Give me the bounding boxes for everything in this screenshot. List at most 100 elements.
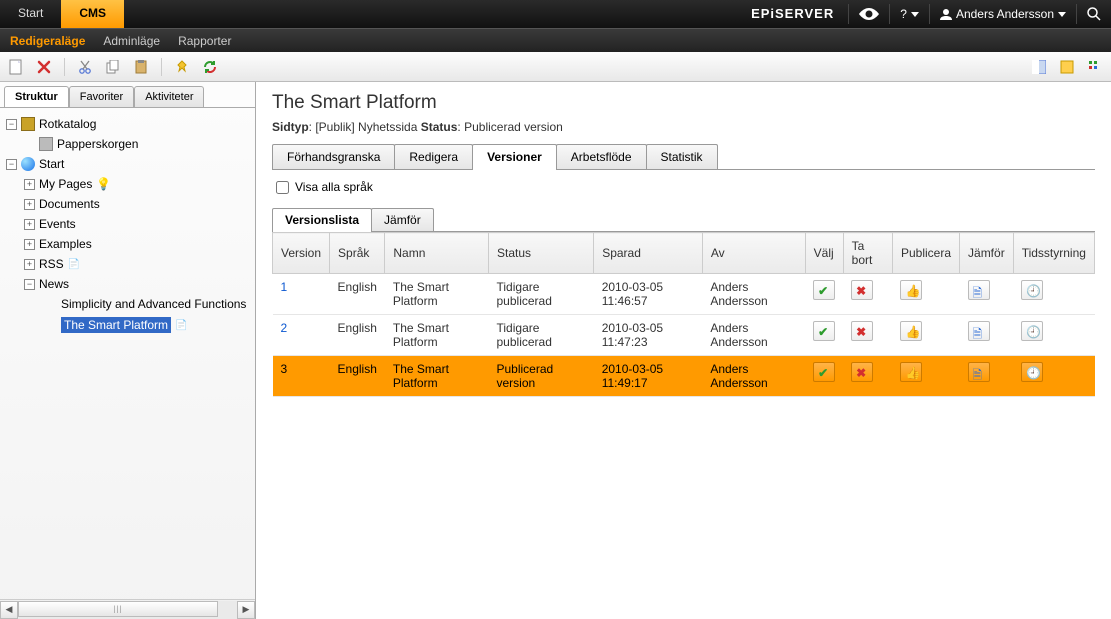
tab-workflow[interactable]: Arbetsflöde: [556, 144, 647, 169]
publish-button[interactable]: 👍: [900, 362, 922, 382]
subtab-versionlist[interactable]: Versionslista: [272, 208, 372, 231]
collapse-icon[interactable]: −: [6, 159, 17, 170]
tree-item[interactable]: + My Pages 💡: [0, 174, 255, 194]
show-all-languages-checkbox[interactable]: [276, 181, 289, 194]
expand-icon[interactable]: +: [24, 219, 35, 230]
th-jamfor[interactable]: Jämför: [960, 233, 1014, 274]
tree-start[interactable]: − Start: [0, 154, 255, 174]
cell-av: Anders Andersson: [702, 274, 805, 315]
table-row[interactable]: 2 English The Smart Platform Tidigare pu…: [273, 315, 1095, 356]
scroll-right-icon[interactable]: ▶: [237, 601, 255, 619]
th-version[interactable]: Version: [273, 233, 330, 274]
pin-icon[interactable]: [174, 59, 190, 75]
tree-item-selected[interactable]: The Smart Platform 📄: [0, 314, 255, 336]
tree-item[interactable]: + Documents: [0, 194, 255, 214]
page-icon: 📄: [68, 259, 80, 270]
th-tidsstyrning[interactable]: Tidsstyrning: [1013, 233, 1094, 274]
cell-tabort: ✖: [843, 274, 892, 315]
th-status[interactable]: Status: [489, 233, 594, 274]
search-icon[interactable]: [1077, 0, 1111, 28]
subtab-compare[interactable]: Jämför: [371, 208, 434, 231]
schedule-button[interactable]: 🕘: [1021, 321, 1043, 341]
help-menu[interactable]: ?: [890, 0, 929, 28]
copy-icon[interactable]: [105, 59, 121, 75]
select-button[interactable]: ✔: [813, 362, 835, 382]
folder-icon: [21, 117, 35, 131]
tree-label: Examples: [39, 237, 92, 251]
top-tab-start[interactable]: Start: [0, 0, 61, 28]
left-tab-favorites[interactable]: Favoriter: [69, 86, 134, 107]
compare-button[interactable]: 🗎: [968, 362, 990, 382]
panel3-icon[interactable]: [1087, 59, 1103, 75]
preview-icon[interactable]: [849, 0, 889, 28]
tree-label: RSS: [39, 257, 64, 271]
mode-admin[interactable]: Adminläge: [103, 34, 160, 48]
th-sprak[interactable]: Språk: [330, 233, 385, 274]
publish-button[interactable]: 👍: [900, 280, 922, 300]
delete-button[interactable]: ✖: [851, 280, 873, 300]
top-tab-cms[interactable]: CMS: [61, 0, 124, 28]
mode-reports[interactable]: Rapporter: [178, 34, 231, 48]
delete-button[interactable]: ✖: [851, 362, 873, 382]
tree-news[interactable]: − News: [0, 274, 255, 294]
collapse-icon[interactable]: −: [6, 119, 17, 130]
cell-version: 3: [273, 356, 330, 397]
cell-tabort: ✖: [843, 315, 892, 356]
clock-icon: 🕘: [1026, 325, 1038, 337]
scroll-thumb[interactable]: |||: [18, 601, 218, 617]
tree-item[interactable]: + RSS 📄: [0, 254, 255, 274]
compare-button[interactable]: 🗎: [968, 321, 990, 341]
th-namn[interactable]: Namn: [385, 233, 489, 274]
new-page-icon[interactable]: [8, 59, 24, 75]
clock-icon: 🕘: [1026, 366, 1038, 378]
tree-item[interactable]: Simplicity and Advanced Functions: [0, 294, 255, 314]
check-icon: ✔: [818, 284, 830, 296]
tab-statistics[interactable]: Statistik: [646, 144, 718, 169]
expand-icon[interactable]: +: [24, 199, 35, 210]
table-row[interactable]: 1 English The Smart Platform Tidigare pu…: [273, 274, 1095, 315]
globe-icon: [21, 157, 35, 171]
th-sparad[interactable]: Sparad: [594, 233, 703, 274]
th-av[interactable]: Av: [702, 233, 805, 274]
user-menu[interactable]: Anders Andersson: [930, 0, 1076, 28]
cut-icon[interactable]: [77, 59, 93, 75]
expand-icon[interactable]: +: [24, 259, 35, 270]
cell-version: 2: [273, 315, 330, 356]
refresh-icon[interactable]: [202, 59, 218, 75]
left-tab-activities[interactable]: Aktiviteter: [134, 86, 204, 107]
th-publicera[interactable]: Publicera: [892, 233, 959, 274]
table-row[interactable]: 3 English The Smart Platform Publicerad …: [273, 356, 1095, 397]
select-button[interactable]: ✔: [813, 321, 835, 341]
publish-button[interactable]: 👍: [900, 321, 922, 341]
delete-icon[interactable]: [36, 59, 52, 75]
scroll-left-icon[interactable]: ◀: [0, 601, 18, 619]
tree-root[interactable]: − Rotkatalog: [0, 114, 255, 134]
schedule-button[interactable]: 🕘: [1021, 362, 1043, 382]
panel1-icon[interactable]: [1031, 59, 1047, 75]
schedule-button[interactable]: 🕘: [1021, 280, 1043, 300]
select-button[interactable]: ✔: [813, 280, 835, 300]
tree-item[interactable]: + Examples: [0, 234, 255, 254]
delete-button[interactable]: ✖: [851, 321, 873, 341]
versions-table: Version Språk Namn Status Sparad Av Välj…: [272, 232, 1095, 397]
x-icon: ✖: [856, 366, 868, 378]
panel2-icon[interactable]: [1059, 59, 1075, 75]
th-tabort[interactable]: Ta bort: [843, 233, 892, 274]
h-scrollbar[interactable]: ◀ ||| ▶: [0, 599, 255, 619]
scroll-track[interactable]: |||: [18, 601, 237, 619]
tab-preview[interactable]: Förhandsgranska: [272, 144, 395, 169]
mode-edit[interactable]: Redigeraläge: [10, 34, 85, 48]
tree-item[interactable]: + Events: [0, 214, 255, 234]
tab-versions[interactable]: Versioner: [472, 144, 557, 169]
tree-trash[interactable]: Papperskorgen: [0, 134, 255, 154]
compare-button[interactable]: 🗎: [968, 280, 990, 300]
th-valj[interactable]: Välj: [805, 233, 843, 274]
paste-icon[interactable]: [133, 59, 149, 75]
thumb-icon: 👍: [905, 284, 917, 296]
expand-icon[interactable]: +: [24, 179, 35, 190]
cell-jamfor: 🗎: [960, 356, 1014, 397]
tab-edit[interactable]: Redigera: [394, 144, 473, 169]
left-tab-structure[interactable]: Struktur: [4, 86, 69, 107]
collapse-icon[interactable]: −: [24, 279, 35, 290]
expand-icon[interactable]: +: [24, 239, 35, 250]
